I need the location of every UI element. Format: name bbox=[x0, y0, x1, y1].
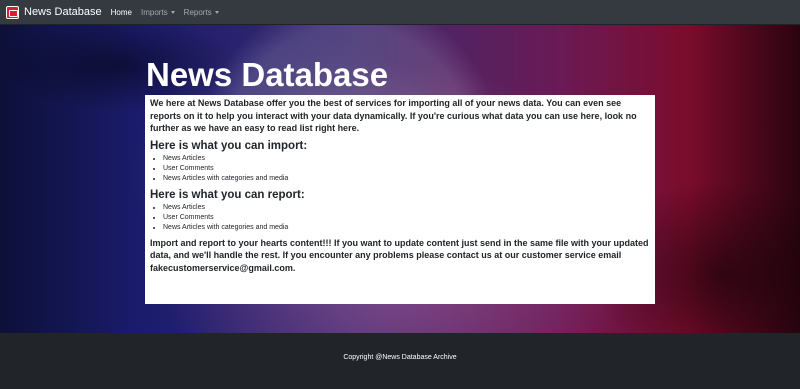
list-item: News Articles bbox=[163, 154, 650, 164]
news-logo-icon[interactable] bbox=[6, 5, 19, 19]
list-item: News Articles bbox=[163, 203, 650, 213]
nav-imports-label: Imports bbox=[141, 7, 168, 17]
navbar-brand[interactable]: News Database bbox=[24, 6, 102, 18]
report-section-title: Here is what you can report: bbox=[150, 188, 305, 201]
intro-text: We here at News Database offer you the b… bbox=[150, 98, 637, 133]
nav-reports-dropdown[interactable]: Reports bbox=[184, 8, 219, 17]
info-panel: We here at News Database offer you the b… bbox=[145, 95, 655, 304]
import-section-title: Here is what you can import: bbox=[150, 139, 308, 152]
report-list: News Articles User Comments News Article… bbox=[150, 203, 650, 233]
list-item: User Comments bbox=[163, 213, 650, 223]
page-title: News Database bbox=[146, 56, 389, 93]
copyright-text: Copyright @News Database Archive bbox=[343, 354, 457, 361]
nav-home-label: Home bbox=[110, 7, 132, 17]
chevron-down-icon bbox=[214, 10, 219, 14]
list-item: User Comments bbox=[163, 164, 650, 174]
hero-banner: News Database We here at News Database o… bbox=[0, 25, 800, 333]
nav-home-link[interactable]: Home bbox=[111, 8, 132, 17]
top-navbar: News Database Home Imports Reports bbox=[0, 0, 800, 25]
nav-reports-label: Reports bbox=[183, 7, 212, 17]
nav-imports-dropdown[interactable]: Imports bbox=[141, 8, 175, 17]
outro-text: Import and report to your hearts content… bbox=[150, 237, 649, 273]
page-footer: Copyright @News Database Archive bbox=[0, 333, 800, 389]
list-item: News Articles with categories and media bbox=[163, 223, 650, 233]
import-list: News Articles User Comments News Article… bbox=[150, 154, 650, 184]
chevron-down-icon bbox=[170, 10, 175, 14]
list-item: News Articles with categories and media bbox=[163, 174, 650, 184]
